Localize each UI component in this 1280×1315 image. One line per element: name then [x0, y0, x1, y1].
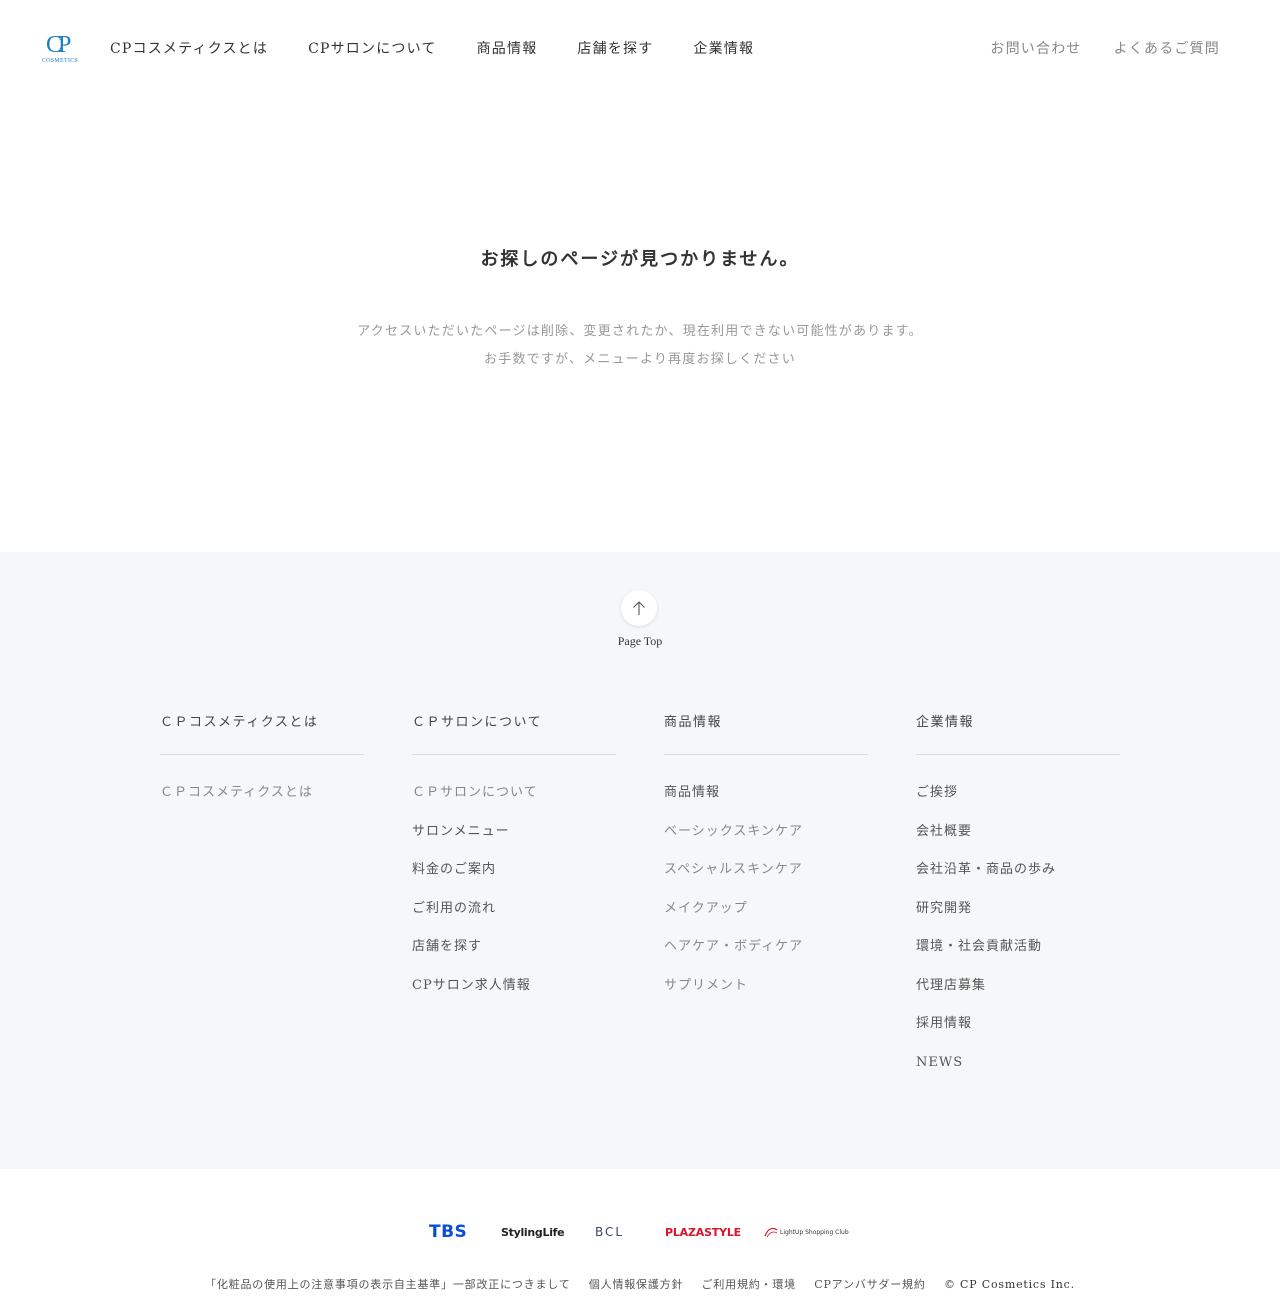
footer-column-about: ＣＰコスメティクスとは ＣＰコスメティクスとは	[160, 708, 364, 820]
footer-link[interactable]: 代理店募集	[916, 974, 1120, 1013]
nav-item-cp-salon[interactable]: CPサロンについて	[308, 39, 437, 59]
footer-link-list: ＣＰコスメティクスとは	[160, 781, 364, 820]
footer-column-heading[interactable]: ＣＰコスメティクスとは	[160, 708, 364, 755]
footer-link[interactable]: 会社沿革・商品の歩み	[916, 858, 1120, 897]
sub-navigation: お問い合わせ よくあるご質問	[990, 39, 1220, 59]
footer-link[interactable]: ご挨拶	[916, 781, 1120, 820]
not-found-message-line-1: アクセスいただいたページは削除、変更されたか、現在利用できない可能性があります。	[357, 324, 923, 339]
arrow-up-icon	[633, 601, 645, 615]
not-found-title: お探しのページが見つかりません。	[480, 249, 800, 270]
nav-item-find-store[interactable]: 店舗を探す	[577, 39, 653, 59]
footer-link[interactable]: ＣＰサロンについて	[412, 781, 616, 820]
lightup-shopping-club-logo[interactable]: LightUp Shopping Club	[764, 1222, 849, 1242]
footer-column-heading[interactable]: 企業情報	[916, 708, 1120, 755]
nav-item-about-cp-cosmetics[interactable]: CPコスメティクスとは	[110, 39, 268, 59]
ambassador-terms-link[interactable]: CPアンバサダー規約	[814, 1278, 925, 1291]
footer-column-company: 企業情報 ご挨拶 会社概要 会社沿革・商品の歩み 研究開発 環境・社会貢献活動 …	[916, 708, 1120, 1089]
footer-link[interactable]: 店舗を探す	[412, 935, 616, 974]
footer-link[interactable]: ヘアケア・ボディケア	[664, 935, 868, 974]
footer-link[interactable]: サプリメント	[664, 974, 868, 1013]
terms-of-use-link[interactable]: ご利用規約・環境	[702, 1278, 796, 1291]
footer-link[interactable]: 研究開発	[916, 897, 1120, 936]
footer-navigation: Page Top ＣＰコスメティクスとは ＣＰコスメティクスとは ＣＰサロンにつ…	[0, 552, 1280, 1169]
site-header: CP COSMETICS CPコスメティクスとは CPサロンについて 商品情報 …	[0, 0, 1280, 98]
footer-link[interactable]: CPサロン求人情報	[412, 974, 616, 1013]
footer-link[interactable]: NEWS	[916, 1051, 1120, 1090]
footer-link[interactable]: 会社概要	[916, 820, 1120, 859]
lightup-label: LightUp Shopping Club	[780, 1228, 849, 1236]
footer-link[interactable]: 環境・社会貢献活動	[916, 935, 1120, 974]
footer-column-heading[interactable]: ＣＰサロンについて	[412, 708, 616, 755]
copyright: © CP Cosmetics Inc.	[943, 1278, 1075, 1291]
nav-item-company[interactable]: 企業情報	[693, 39, 754, 59]
footer-link[interactable]: ご利用の流れ	[412, 897, 616, 936]
footer-link[interactable]: メイクアップ	[664, 897, 868, 936]
footer-column-heading[interactable]: 商品情報	[664, 708, 868, 755]
lightup-swirl-icon	[764, 1227, 778, 1238]
not-found-message-line-2: お手数ですが、メニューより再度お探しください	[484, 352, 796, 367]
footer-link-list: ご挨拶 会社概要 会社沿革・商品の歩み 研究開発 環境・社会貢献活動 代理店募集…	[916, 781, 1120, 1089]
not-found-message: アクセスいただいたページは削除、変更されたか、現在利用できない可能性があります。…	[0, 318, 1280, 374]
footer-legal-links: 「化粧品の使用上の注意事項の表示自主基準」一部改正につきまして 個人情報保護方針…	[0, 1276, 1280, 1292]
bcl-logo[interactable]: BCL	[595, 1222, 624, 1242]
cp-cosmetics-logo[interactable]: CP COSMETICS	[38, 33, 82, 69]
footer-column-products: 商品情報 商品情報 ベーシックスキンケア スペシャルスキンケア メイクアップ ヘ…	[664, 708, 868, 1012]
footer-link[interactable]: 料金のご案内	[412, 858, 616, 897]
main-navigation: CPコスメティクスとは CPサロンについて 商品情報 店舗を探す 企業情報	[110, 39, 754, 59]
footer-link[interactable]: ベーシックスキンケア	[664, 820, 868, 859]
footer-link[interactable]: スペシャルスキンケア	[664, 858, 868, 897]
nav-item-products[interactable]: 商品情報	[477, 39, 538, 59]
cosmetics-notice-link[interactable]: 「化粧品の使用上の注意事項の表示自主基準」一部改正につきまして	[205, 1278, 570, 1291]
tbs-logo[interactable]: TBS	[429, 1222, 467, 1242]
page-top-label[interactable]: Page Top	[0, 634, 1280, 649]
footer-link[interactable]: 商品情報	[664, 781, 868, 820]
group-brands: TBS StylingLife BCL PLAZASTYLE LightUp S…	[0, 1222, 1280, 1242]
privacy-policy-link[interactable]: 個人情報保護方針	[589, 1278, 683, 1291]
nav-item-contact[interactable]: お問い合わせ	[990, 39, 1081, 59]
page-top-button[interactable]	[621, 590, 657, 626]
footer-link[interactable]: ＣＰコスメティクスとは	[160, 781, 364, 820]
logo-mark: CP	[46, 32, 71, 58]
footer-link[interactable]: サロンメニュー	[412, 820, 616, 859]
footer-link-list: 商品情報 ベーシックスキンケア スペシャルスキンケア メイクアップ ヘアケア・ボ…	[664, 781, 868, 1012]
logo-subtitle: COSMETICS	[41, 58, 79, 64]
footer-column-salon: ＣＰサロンについて ＣＰサロンについて サロンメニュー 料金のご案内 ご利用の流…	[412, 708, 616, 1012]
plazastyle-logo[interactable]: PLAZASTYLE	[665, 1222, 741, 1242]
footer-link-list: ＣＰサロンについて サロンメニュー 料金のご案内 ご利用の流れ 店舗を探す CP…	[412, 781, 616, 1012]
styling-life-logo[interactable]: StylingLife	[501, 1222, 565, 1242]
nav-item-faq[interactable]: よくあるご質問	[1114, 39, 1220, 59]
footer-link[interactable]: 採用情報	[916, 1012, 1120, 1051]
